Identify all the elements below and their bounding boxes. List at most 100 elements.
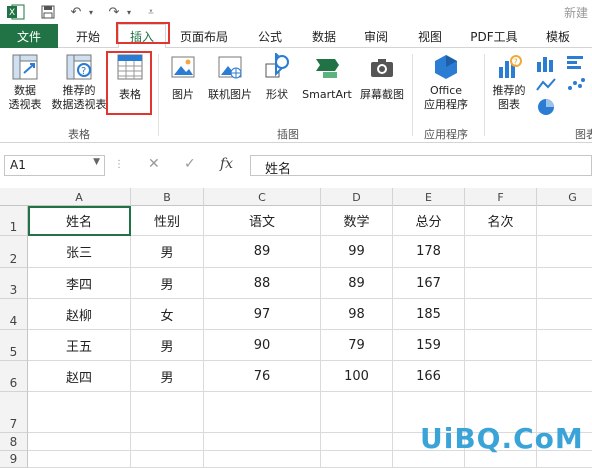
- cell-f3[interactable]: [465, 268, 537, 299]
- cell-f1[interactable]: 名次: [465, 206, 537, 236]
- cell-c9[interactable]: [204, 451, 321, 468]
- cell-f2[interactable]: [465, 236, 537, 268]
- row-header-3[interactable]: 3: [0, 268, 28, 299]
- cell-g2[interactable]: [537, 236, 592, 268]
- cell-d8[interactable]: [321, 433, 393, 451]
- redo-dropdown-icon[interactable]: ▾: [124, 3, 134, 21]
- cell-b4[interactable]: 女: [131, 299, 204, 330]
- cell-g5[interactable]: [537, 330, 592, 361]
- row-header-9[interactable]: 9: [0, 451, 28, 468]
- row-header-8[interactable]: 8: [0, 433, 28, 451]
- cell-c5[interactable]: 90: [204, 330, 321, 361]
- pivot-table-button[interactable]: 数据 透视表: [2, 52, 48, 112]
- tab-page-layout[interactable]: 页面布局: [172, 24, 236, 48]
- row-header-4[interactable]: 4: [0, 299, 28, 330]
- cell-g3[interactable]: [537, 268, 592, 299]
- cell-d9[interactable]: [321, 451, 393, 468]
- recommended-charts-button[interactable]: ? 推荐的 图表: [486, 52, 532, 112]
- cell-f4[interactable]: [465, 299, 537, 330]
- cell-e1[interactable]: 总分: [393, 206, 465, 236]
- bar-chart-button[interactable]: [562, 54, 590, 72]
- column-header-f[interactable]: F: [465, 188, 537, 206]
- cell-e5[interactable]: 159: [393, 330, 465, 361]
- redo-icon[interactable]: ↷: [104, 3, 124, 21]
- row-header-6[interactable]: 6: [0, 361, 28, 392]
- undo-icon[interactable]: ↶: [66, 3, 86, 21]
- column-chart-button[interactable]: [532, 54, 560, 72]
- screenshot-button[interactable]: 屏幕截图: [354, 52, 410, 102]
- cell-a4[interactable]: 赵柳: [28, 299, 131, 330]
- tab-file[interactable]: 文件: [0, 24, 58, 48]
- column-header-d[interactable]: D: [321, 188, 393, 206]
- cell-c4[interactable]: 97: [204, 299, 321, 330]
- column-header-c[interactable]: C: [204, 188, 321, 206]
- cell-d1[interactable]: 数学: [321, 206, 393, 236]
- column-header-b[interactable]: B: [131, 188, 204, 206]
- cell-b9[interactable]: [131, 451, 204, 468]
- cell-b3[interactable]: 男: [131, 268, 204, 299]
- cell-c2[interactable]: 89: [204, 236, 321, 268]
- cell-e2[interactable]: 178: [393, 236, 465, 268]
- shapes-button[interactable]: 形状: [258, 52, 296, 102]
- cell-b5[interactable]: 男: [131, 330, 204, 361]
- tab-view[interactable]: 视图: [406, 24, 454, 48]
- smartart-button[interactable]: SmartArt: [298, 52, 356, 102]
- scatter-chart-button[interactable]: [562, 76, 590, 94]
- customize-qat-icon[interactable]: ⩡: [144, 3, 158, 21]
- formula-input[interactable]: 姓名: [250, 155, 592, 177]
- cell-b1[interactable]: 性别: [131, 206, 204, 236]
- cell-d5[interactable]: 79: [321, 330, 393, 361]
- name-box-dropdown-icon[interactable]: ▼: [93, 157, 100, 167]
- column-header-g[interactable]: G: [537, 188, 592, 206]
- tab-data[interactable]: 数据: [300, 24, 348, 48]
- enter-icon[interactable]: ✓: [184, 156, 196, 172]
- cell-b6[interactable]: 男: [131, 361, 204, 392]
- cell-c6[interactable]: 76: [204, 361, 321, 392]
- row-header-5[interactable]: 5: [0, 330, 28, 361]
- pictures-button[interactable]: 图片: [164, 52, 202, 102]
- column-header-a[interactable]: A: [28, 188, 131, 206]
- tab-pdf-tools[interactable]: PDF工具: [462, 24, 526, 48]
- tab-formulas[interactable]: 公式: [246, 24, 294, 48]
- online-pictures-button[interactable]: 联机图片: [202, 52, 258, 102]
- cell-d6[interactable]: 100: [321, 361, 393, 392]
- cell-e3[interactable]: 167: [393, 268, 465, 299]
- line-chart-button[interactable]: [532, 76, 560, 94]
- cell-b8[interactable]: [131, 433, 204, 451]
- cell-c1[interactable]: 语文: [204, 206, 321, 236]
- cell-b7[interactable]: [131, 392, 204, 433]
- tab-review[interactable]: 审阅: [352, 24, 400, 48]
- office-apps-button[interactable]: Office 应用程序: [414, 52, 478, 112]
- cell-d4[interactable]: 98: [321, 299, 393, 330]
- cell-a9[interactable]: [28, 451, 131, 468]
- cell-f5[interactable]: [465, 330, 537, 361]
- cell-c7[interactable]: [204, 392, 321, 433]
- cell-d7[interactable]: [321, 392, 393, 433]
- tab-home[interactable]: 开始: [62, 24, 114, 48]
- cell-e6[interactable]: 166: [393, 361, 465, 392]
- cell-d2[interactable]: 99: [321, 236, 393, 268]
- cell-f6[interactable]: [465, 361, 537, 392]
- column-header-e[interactable]: E: [393, 188, 465, 206]
- row-header-7[interactable]: 7: [0, 392, 28, 433]
- recommended-pivot-button[interactable]: ? 推荐的 数据透视表: [48, 52, 110, 112]
- cell-d3[interactable]: 89: [321, 268, 393, 299]
- cell-c8[interactable]: [204, 433, 321, 451]
- cell-a5[interactable]: 王五: [28, 330, 131, 361]
- cell-c3[interactable]: 88: [204, 268, 321, 299]
- pie-chart-button[interactable]: [532, 98, 560, 116]
- tab-templates[interactable]: 模板: [534, 24, 582, 48]
- cell-a3[interactable]: 李四: [28, 268, 131, 299]
- cell-g1[interactable]: [537, 206, 592, 236]
- cell-a8[interactable]: [28, 433, 131, 451]
- save-icon[interactable]: [38, 3, 58, 21]
- cell-a2[interactable]: 张三: [28, 236, 131, 268]
- undo-dropdown-icon[interactable]: ▾: [86, 3, 96, 21]
- cell-a7[interactable]: [28, 392, 131, 433]
- cell-a6[interactable]: 赵四: [28, 361, 131, 392]
- cell-g4[interactable]: [537, 299, 592, 330]
- row-header-2[interactable]: 2: [0, 236, 28, 268]
- cell-e4[interactable]: 185: [393, 299, 465, 330]
- row-header-1[interactable]: 1: [0, 206, 28, 236]
- cell-g6[interactable]: [537, 361, 592, 392]
